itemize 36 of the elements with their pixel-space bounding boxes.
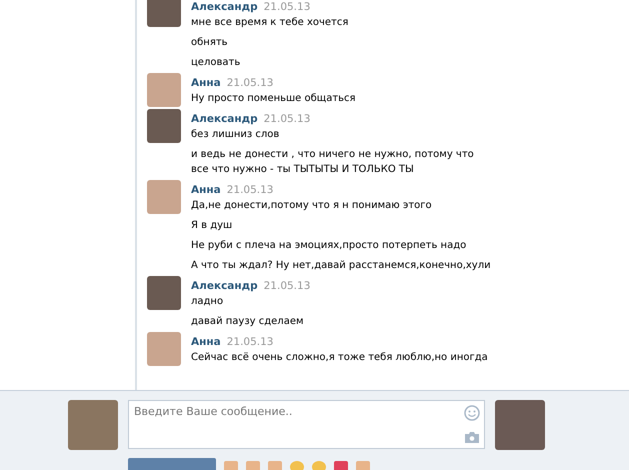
avatar-photo-placeholder[interactable]: [147, 0, 181, 27]
own-avatar-photo-placeholder[interactable]: [68, 400, 118, 450]
author-name[interactable]: Анна: [191, 184, 221, 196]
message-text: А что ты ждал? Ну нет,давай расстанемся,конечно,хули: [191, 259, 491, 273]
avatar-photo-placeholder[interactable]: [147, 276, 181, 310]
message-text: Да,не донести,потому что я н понимаю этого: [191, 199, 433, 213]
message-date: 21.05.13: [264, 1, 310, 13]
message-date: 21.05.13: [226, 336, 274, 348]
message-text: ладно: [191, 295, 224, 309]
message-text: Сейчас всё очень сложно,я тоже тебя люблю,но иногда: [191, 351, 489, 365]
send-button[interactable]: [128, 458, 216, 470]
author-name[interactable]: Александр: [191, 280, 258, 292]
message-text: Не руби с плеча на эмоциях,просто потерпеть надо: [191, 239, 468, 253]
author-name[interactable]: Анна: [191, 77, 221, 89]
author-name[interactable]: Анна: [191, 336, 221, 348]
message-text: мне все время к тебе хочется: [191, 16, 350, 30]
camera-icon[interactable]: [464, 431, 480, 444]
message-date: 21.05.13: [264, 280, 310, 292]
avatar-photo-placeholder[interactable]: [147, 73, 181, 107]
contact-avatar-photo-placeholder[interactable]: [495, 400, 545, 450]
message-text: Ну просто поменьше общаться: [191, 92, 357, 106]
message-text: и ведь не донести , что ничего не нужно, потому что все что нужно - ты ТЫТЫТЫ И ТОЛЬКО ТЫ: [191, 148, 475, 177]
author-name[interactable]: Александр: [191, 113, 258, 125]
message-text: давай паузу сделаем: [191, 315, 305, 329]
message-text: обнять: [191, 36, 229, 50]
message-text: целовать: [191, 56, 242, 70]
message-date: 21.05.13: [226, 184, 274, 196]
avatar-photo-placeholder[interactable]: [147, 180, 181, 214]
smiley-icon[interactable]: [464, 405, 480, 421]
avatar-photo-placeholder[interactable]: [147, 109, 181, 143]
message-text: Я в душ: [191, 219, 234, 233]
avatar-photo-placeholder[interactable]: [147, 332, 181, 366]
message-text: без лишниз слов: [191, 128, 280, 142]
message-date: 21.05.13: [226, 77, 274, 89]
author-name[interactable]: Александр: [191, 1, 258, 13]
message-date: 21.05.13: [264, 113, 310, 125]
